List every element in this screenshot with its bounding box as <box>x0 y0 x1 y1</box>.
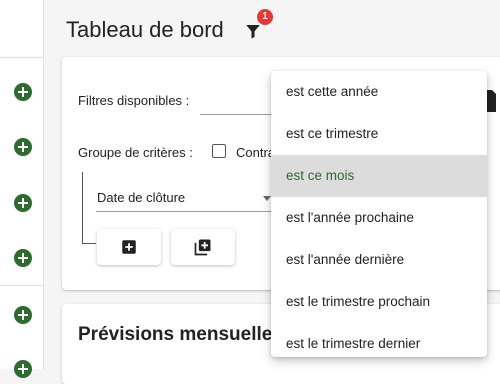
add-circle-icon[interactable] <box>14 138 32 156</box>
sidebar-divider <box>0 57 44 58</box>
checkbox-label: Contra <box>236 145 276 160</box>
library-add-icon <box>194 239 211 256</box>
dropdown-option[interactable]: est l'année dernière <box>271 239 487 281</box>
add-box-icon <box>122 240 136 254</box>
add-circle-icon[interactable] <box>14 249 32 267</box>
dropdown-option[interactable]: est ce trimestre <box>271 113 487 155</box>
available-filters-label: Filtres disponibles : <box>78 93 190 108</box>
sidebar <box>0 0 44 378</box>
chevron-down-icon[interactable] <box>263 196 271 201</box>
date-range-dropdown: est cette année est ce trimestre est ce … <box>271 71 487 357</box>
add-circle-icon[interactable] <box>14 83 32 101</box>
filter-icon[interactable] <box>244 22 262 40</box>
dropdown-option-selected[interactable]: est ce mois <box>271 155 487 197</box>
dropdown-option[interactable]: est l'année prochaine <box>271 197 487 239</box>
tree-connector <box>82 243 96 244</box>
add-circle-icon[interactable] <box>14 194 32 212</box>
tree-connector <box>82 172 83 244</box>
dropdown-option[interactable]: est le trimestre prochain <box>271 281 487 323</box>
filter-count-badge: 1 <box>257 9 273 25</box>
available-filters-field[interactable] <box>200 114 272 115</box>
add-group-button[interactable] <box>171 229 235 265</box>
section-title: Prévisions mensuelles <box>78 324 283 345</box>
criteria-field-underline <box>96 211 274 212</box>
contract-checkbox[interactable] <box>212 144 226 158</box>
dropdown-option[interactable]: est cette année <box>271 71 487 113</box>
sidebar-divider <box>0 285 44 286</box>
add-circle-icon[interactable] <box>14 306 32 324</box>
add-circle-icon[interactable] <box>14 360 32 378</box>
dropdown-option[interactable]: est le trimestre dernier <box>271 323 487 357</box>
criteria-field-select[interactable]: Date de clôture <box>97 190 185 205</box>
add-criterion-button[interactable] <box>97 229 161 265</box>
page-title: Tableau de bord <box>66 17 224 42</box>
criteria-group-label: Groupe de critères : <box>78 145 193 160</box>
